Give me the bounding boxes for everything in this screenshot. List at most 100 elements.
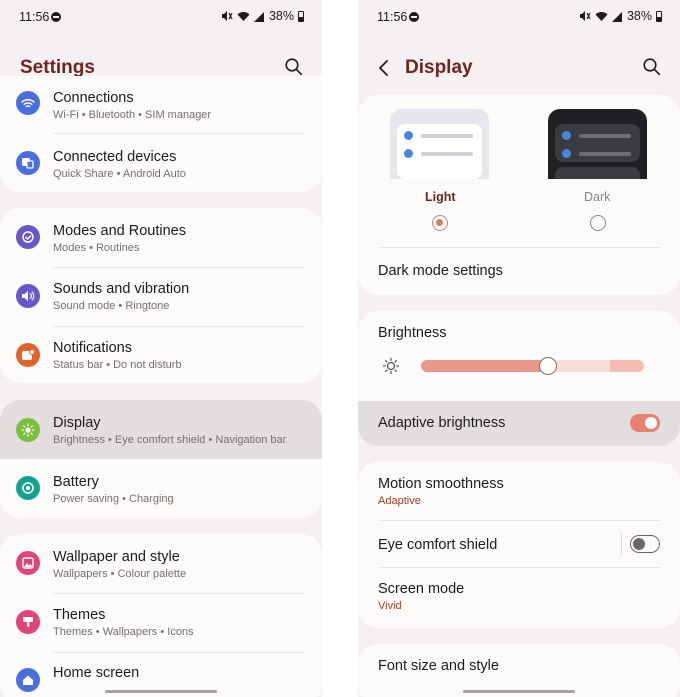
- do-not-disturb-icon: [51, 12, 61, 22]
- preview-dot-icon: [562, 131, 571, 140]
- item-title: Adaptive brightness: [378, 415, 506, 431]
- status-bar: 11:56 38%: [0, 0, 322, 34]
- item-subtitle: Themes • Wallpapers • Icons: [53, 626, 194, 638]
- settings-item-wallpaper-style[interactable]: Wallpaper and style Wallpapers • Colour …: [0, 534, 322, 592]
- adaptive-brightness-row[interactable]: Adaptive brightness: [358, 401, 680, 446]
- wifi-icon: [16, 91, 40, 115]
- item-title: Font size and style: [378, 658, 499, 674]
- item-subtitle: Wallpapers • Colour palette: [53, 568, 187, 580]
- home-indicator[interactable]: [463, 690, 575, 693]
- brightness-slider[interactable]: [421, 357, 644, 375]
- home-icon: [16, 668, 40, 692]
- brightness-sun-icon: [382, 357, 400, 375]
- settings-screen: 11:56 38% Settings Connections Wi-Fi • B…: [0, 0, 322, 697]
- settings-item-connected-devices[interactable]: Connected devices Quick Share • Android …: [0, 134, 322, 190]
- item-title: Sounds and vibration: [53, 281, 190, 297]
- display-options-card: Motion smoothness Adaptive Eye comfort s…: [358, 462, 680, 628]
- light-radio-button[interactable]: [432, 215, 448, 231]
- item-title: Wallpaper and style: [53, 549, 180, 565]
- item-value: Vivid: [378, 600, 402, 612]
- status-time: 11:56: [377, 10, 408, 24]
- status-time: 11:56: [19, 10, 50, 24]
- item-subtitle: Quick Share • Android Auto: [53, 168, 186, 180]
- item-subtitle: Brightness • Eye comfort shield • Naviga…: [53, 434, 287, 446]
- image-icon: [16, 551, 40, 575]
- item-title: Modes and Routines: [53, 223, 186, 239]
- wifi-status-icon: [595, 11, 608, 21]
- preview-dot-icon: [562, 149, 571, 158]
- toggle-knob: [632, 537, 645, 550]
- home-indicator[interactable]: [105, 690, 217, 693]
- slider-track-end: [610, 360, 644, 372]
- light-theme-preview[interactable]: [390, 109, 489, 179]
- status-bar: 11:56 38%: [358, 0, 680, 34]
- settings-item-display[interactable]: Display Brightness • Eye comfort shield …: [0, 400, 322, 459]
- battery-status-icon: [656, 10, 662, 22]
- search-icon[interactable]: [642, 57, 662, 77]
- item-title: Motion smoothness: [378, 476, 504, 492]
- notification-icon: [16, 343, 40, 367]
- item-title: Screen mode: [378, 581, 465, 597]
- battery-percent: 38%: [626, 9, 652, 23]
- signal-icon: [611, 11, 622, 22]
- brightness-card: Brightness Adaptive brightness: [358, 311, 680, 446]
- item-title: Connections: [53, 90, 134, 106]
- dark-mode-settings-row[interactable]: Dark mode settings: [358, 248, 680, 295]
- search-icon[interactable]: [284, 57, 304, 77]
- settings-item-modes-routines[interactable]: Modes and Routines Modes • Routines: [0, 208, 322, 266]
- dark-theme-preview[interactable]: [548, 109, 647, 179]
- battery-percent: 38%: [268, 9, 294, 23]
- wifi-status-icon: [237, 11, 250, 21]
- eye-comfort-shield-toggle[interactable]: [630, 535, 660, 553]
- mute-icon: [221, 11, 233, 21]
- settings-group-1: Connections Wi-Fi • Bluetooth • SIM mana…: [0, 76, 322, 192]
- eye-comfort-shield-row[interactable]: Eye comfort shield: [358, 521, 680, 567]
- light-theme-label: Light: [425, 190, 456, 204]
- page-title: Display: [405, 57, 473, 78]
- item-title: Connected devices: [53, 149, 177, 165]
- item-subtitle: Wi-Fi • Bluetooth • SIM manager: [53, 109, 212, 121]
- display-screen: 11:56 38% Display Light Dark Dark mode s…: [358, 0, 680, 697]
- item-subtitle: Modes • Routines: [53, 242, 140, 254]
- settings-item-notifications[interactable]: Notifications Status bar • Do not distur…: [0, 327, 322, 383]
- item-subtitle: Sound mode • Ringtone: [53, 300, 170, 312]
- vertical-divider: [621, 533, 622, 555]
- settings-item-sounds-vibration[interactable]: Sounds and vibration Sound mode • Ringto…: [0, 268, 322, 325]
- settings-item-battery[interactable]: Battery Power saving • Charging: [0, 459, 322, 518]
- do-not-disturb-icon: [409, 12, 419, 22]
- item-title: Notifications: [53, 340, 132, 356]
- adaptive-brightness-toggle[interactable]: [630, 414, 660, 432]
- item-title: Dark mode settings: [378, 263, 503, 279]
- settings-group-3: Display Brightness • Eye comfort shield …: [0, 400, 322, 518]
- back-arrow-icon[interactable]: [377, 58, 391, 78]
- item-title: Display: [53, 415, 101, 431]
- slider-thumb[interactable]: [539, 357, 557, 375]
- item-subtitle: Power saving • Charging: [53, 493, 174, 505]
- toggle-knob: [645, 417, 657, 429]
- battery-status-icon: [298, 10, 304, 22]
- slider-fill: [421, 360, 548, 372]
- theme-card: Light Dark Dark mode settings: [358, 95, 680, 295]
- motion-smoothness-row[interactable]: Motion smoothness Adaptive: [358, 462, 680, 520]
- preview-dot-icon: [404, 131, 413, 140]
- settings-item-connections[interactable]: Connections Wi-Fi • Bluetooth • SIM mana…: [0, 76, 322, 132]
- settings-group-4: Wallpaper and style Wallpapers • Colour …: [0, 534, 322, 697]
- preview-dot-icon: [404, 149, 413, 158]
- check-circle-icon: [16, 225, 40, 249]
- slider-track: [548, 360, 610, 372]
- mute-icon: [579, 11, 591, 21]
- item-title: Home screen: [53, 665, 140, 681]
- item-title: Themes: [53, 607, 106, 623]
- brush-icon: [16, 610, 40, 634]
- dark-radio-button[interactable]: [590, 215, 606, 231]
- dark-theme-label: Dark: [584, 190, 611, 204]
- battery-circle-icon: [16, 476, 40, 500]
- settings-group-2: Modes and Routines Modes • Routines Soun…: [0, 208, 322, 383]
- settings-item-themes[interactable]: Themes Themes • Wallpapers • Icons: [0, 594, 322, 651]
- item-title: Battery: [53, 474, 99, 490]
- screen-mode-row[interactable]: Screen mode Vivid: [358, 568, 680, 626]
- speaker-icon: [16, 284, 40, 308]
- item-title: Eye comfort shield: [378, 537, 498, 553]
- brightness-label: Brightness: [378, 325, 447, 341]
- signal-icon: [253, 11, 264, 22]
